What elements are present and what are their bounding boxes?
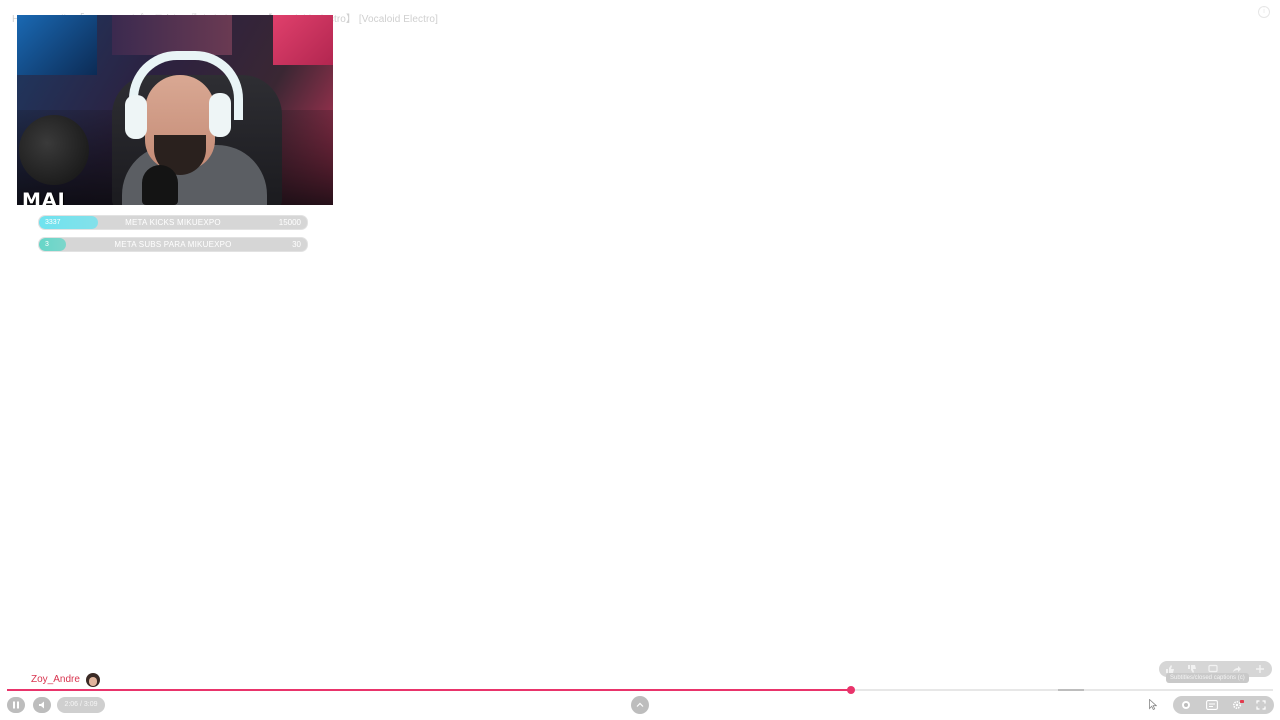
goal-target: 15000 xyxy=(278,218,301,227)
captions-tooltip: Subtitles/closed captions (c) xyxy=(1166,673,1249,683)
goal-label: META KICKS MIKUEXPO xyxy=(125,218,221,227)
pause-button[interactable] xyxy=(7,697,25,713)
webcam-overlay: MAI xyxy=(17,15,333,205)
goal-label: META SUBS PARA MIKUEXPO xyxy=(114,240,232,249)
expand-button[interactable] xyxy=(631,696,649,714)
volume-button[interactable] xyxy=(33,697,51,713)
goal-bar-subs: 3 META SUBS PARA MIKUEXPO 30 xyxy=(38,237,308,252)
microphone xyxy=(142,165,178,205)
chat-username: Zoy_Andre xyxy=(31,674,80,685)
headphones-cup xyxy=(125,95,147,139)
goal-target: 30 xyxy=(292,240,301,249)
chevron-up-icon xyxy=(636,702,644,707)
mouse-cursor-icon xyxy=(1149,699,1157,710)
background-poster xyxy=(273,15,333,65)
seek-bar[interactable] xyxy=(7,686,1273,694)
avatar xyxy=(86,673,100,687)
pause-icon xyxy=(13,701,19,709)
played-range xyxy=(7,689,852,691)
more-icon[interactable] xyxy=(1255,664,1265,674)
video-player[interactable]: Hatsune Miku「GHOST」(ゴースト) - 『Kimi ni Kae… xyxy=(0,0,1280,720)
time-display: 2:06 / 3:09 xyxy=(57,697,105,713)
autoplay-icon[interactable] xyxy=(1181,700,1191,710)
right-controls xyxy=(1173,696,1274,714)
volume-icon xyxy=(39,701,44,709)
info-icon[interactable]: i xyxy=(1258,6,1270,18)
avatar-face xyxy=(89,677,97,686)
headphones-cup xyxy=(209,93,231,137)
background-poster xyxy=(112,15,232,55)
seek-handle[interactable] xyxy=(847,686,856,694)
channel-logo: MAI xyxy=(22,189,66,205)
subtitles-icon[interactable] xyxy=(1206,700,1218,710)
buffered-range xyxy=(1057,689,1084,691)
fullscreen-icon[interactable] xyxy=(1256,700,1266,710)
gear-icon[interactable] xyxy=(1232,700,1244,710)
background-poster xyxy=(17,15,97,75)
drum-kit xyxy=(19,115,89,185)
goal-bar-kicks: 3337 META KICKS MIKUEXPO 15000 xyxy=(38,215,308,230)
